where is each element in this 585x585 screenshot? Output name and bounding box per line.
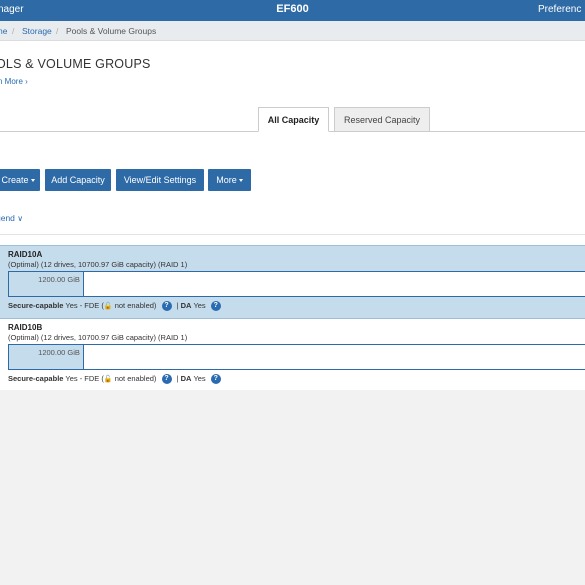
breadcrumb-separator: / bbox=[12, 26, 15, 36]
pool-name: RAID10A bbox=[8, 250, 43, 259]
fde-status: not enabled) bbox=[114, 301, 157, 310]
system-name: EF600 bbox=[276, 3, 309, 15]
pool-description: (Optimal) (12 drives, 10700.97 GiB capac… bbox=[8, 260, 188, 269]
pool-row-raid10a[interactable]: RAID10A (Optimal) (12 drives, 10700.97 G… bbox=[0, 245, 585, 319]
da-label: DA bbox=[180, 374, 192, 383]
pool-info: Secure-capable Yes - FDE (🔓 not enabled)… bbox=[8, 301, 224, 312]
divider bbox=[0, 234, 585, 235]
create-button-label: Create bbox=[1, 175, 29, 185]
legend-toggle[interactable]: gend ∨ bbox=[0, 213, 23, 223]
pipe-separator: | bbox=[176, 301, 179, 310]
pool-name: RAID10B bbox=[8, 323, 43, 332]
view-edit-settings-button[interactable]: View/Edit Settings bbox=[116, 169, 204, 191]
help-icon[interactable]: ? bbox=[161, 301, 172, 312]
capacity-bar: 1200.00 GiB bbox=[8, 271, 585, 297]
create-button[interactable]: Create bbox=[0, 169, 40, 191]
caret-down-icon bbox=[238, 179, 243, 183]
preferences-link[interactable]: Preferenc bbox=[538, 4, 581, 15]
breadcrumb-storage[interactable]: Storage bbox=[22, 26, 52, 36]
tab-reserved-capacity[interactable]: Reserved Capacity bbox=[334, 107, 430, 132]
pool-info: Secure-capable Yes - FDE (🔓 not enabled)… bbox=[8, 374, 224, 385]
fde-status: not enabled) bbox=[114, 374, 157, 383]
pipe-separator: | bbox=[176, 374, 179, 383]
unlock-icon: 🔓 bbox=[103, 303, 113, 310]
da-value: Yes bbox=[193, 301, 206, 310]
more-button-label: More bbox=[216, 175, 237, 185]
volume-block[interactable]: 1200.00 GiB bbox=[9, 345, 84, 369]
legend-label: gend bbox=[0, 213, 15, 223]
secure-value: Yes - FDE ( bbox=[65, 301, 104, 310]
help-icon[interactable]: ? bbox=[210, 301, 221, 312]
tab-all-capacity[interactable]: All Capacity bbox=[258, 107, 329, 132]
breadcrumb-separator: / bbox=[56, 26, 59, 36]
caret-down-icon bbox=[30, 179, 35, 183]
page-title: OLS & VOLUME GROUPS bbox=[0, 57, 151, 71]
volume-size: 1200.00 GiB bbox=[38, 275, 80, 284]
volume-block[interactable]: 1200.00 GiB bbox=[9, 272, 84, 296]
more-button[interactable]: More bbox=[208, 169, 251, 191]
breadcrumb: ne / Storage / Pools & Volume Groups bbox=[0, 21, 585, 41]
secure-label: Secure-capable bbox=[8, 301, 64, 310]
chevron-down-icon: ∨ bbox=[17, 214, 24, 223]
volume-size: 1200.00 GiB bbox=[38, 348, 80, 357]
capacity-bar: 1200.00 GiB bbox=[8, 344, 585, 370]
secure-value: Yes - FDE ( bbox=[65, 374, 104, 383]
secure-label: Secure-capable bbox=[8, 374, 64, 383]
da-value: Yes bbox=[193, 374, 206, 383]
breadcrumb-current: Pools & Volume Groups bbox=[66, 26, 157, 36]
add-capacity-button[interactable]: Add Capacity bbox=[45, 169, 111, 191]
pool-row-raid10b[interactable]: RAID10B (Optimal) (12 drives, 10700.97 G… bbox=[0, 319, 585, 391]
breadcrumb-home[interactable]: ne bbox=[0, 26, 7, 36]
pool-description: (Optimal) (12 drives, 10700.97 GiB capac… bbox=[8, 333, 188, 342]
help-icon[interactable]: ? bbox=[210, 374, 221, 385]
top-bar: nager EF600 Preferenc bbox=[0, 0, 585, 21]
unlock-icon: 🔓 bbox=[103, 376, 113, 383]
da-label: DA bbox=[180, 301, 192, 310]
main-content: OLS & VOLUME GROUPS n More › All Capacit… bbox=[0, 41, 585, 390]
help-icon[interactable]: ? bbox=[161, 374, 172, 385]
learn-more-link[interactable]: n More › bbox=[0, 77, 28, 86]
